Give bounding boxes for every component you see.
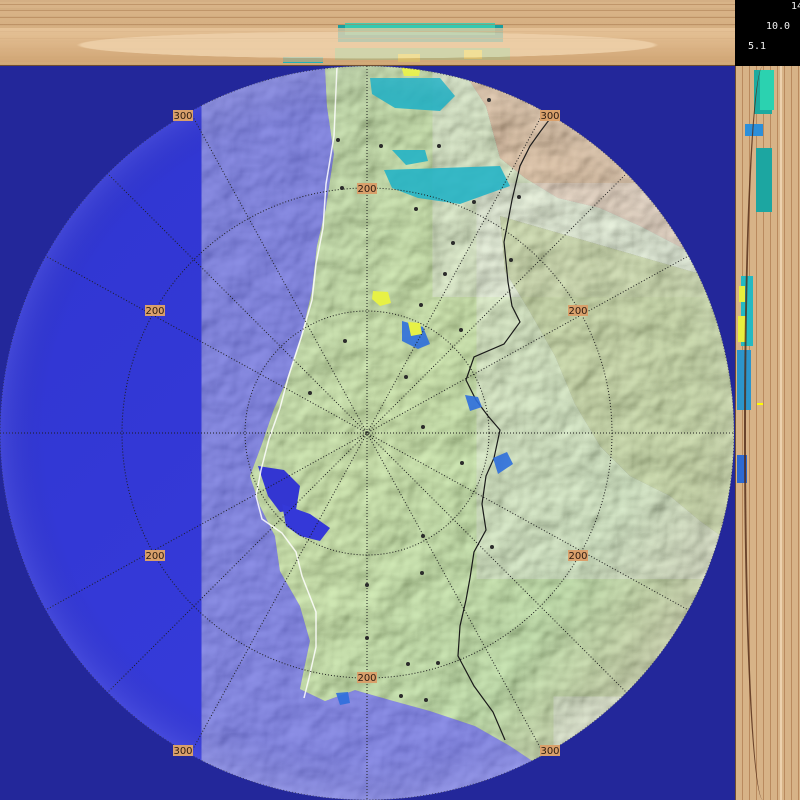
range-fade (0, 66, 734, 800)
clipped-map-content (0, 66, 734, 800)
range-label-left-200: 200 (145, 306, 164, 317)
range-label-right-200: 200 (568, 306, 587, 317)
map-panel: 300 300 200 200 200 200 200 200 300 300 (0, 66, 735, 800)
top-cross-section-panel (0, 0, 735, 66)
range-label-bottom-left-300: 300 (173, 746, 192, 757)
right-panel-profile (744, 66, 782, 800)
top-panel-profile (0, 28, 735, 62)
radar-map: 300 300 200 200 200 200 200 200 300 300 (0, 66, 735, 800)
range-label-top-left-300: 300 (173, 111, 192, 122)
legend-value-2: 10.0 (766, 21, 791, 32)
range-label-top-right-300: 300 (540, 111, 559, 122)
range-label-lower-left-200: 200 (145, 551, 164, 562)
range-label-bottom-right-300: 300 (540, 746, 559, 757)
right-echo-yellow-1 (739, 286, 745, 302)
radar-view: 14. 10.0 5.1 (0, 0, 800, 800)
right-cross-section-panel (735, 66, 800, 800)
range-label-top-200: 200 (357, 184, 376, 195)
range-label-lower-right-200: 200 (568, 551, 587, 562)
legend-value-3: 5.1 (748, 41, 767, 52)
range-label-bottom-200: 200 (357, 673, 376, 684)
legend-value-1: 14. (791, 1, 800, 12)
legend-box: 14. 10.0 5.1 (735, 0, 800, 66)
